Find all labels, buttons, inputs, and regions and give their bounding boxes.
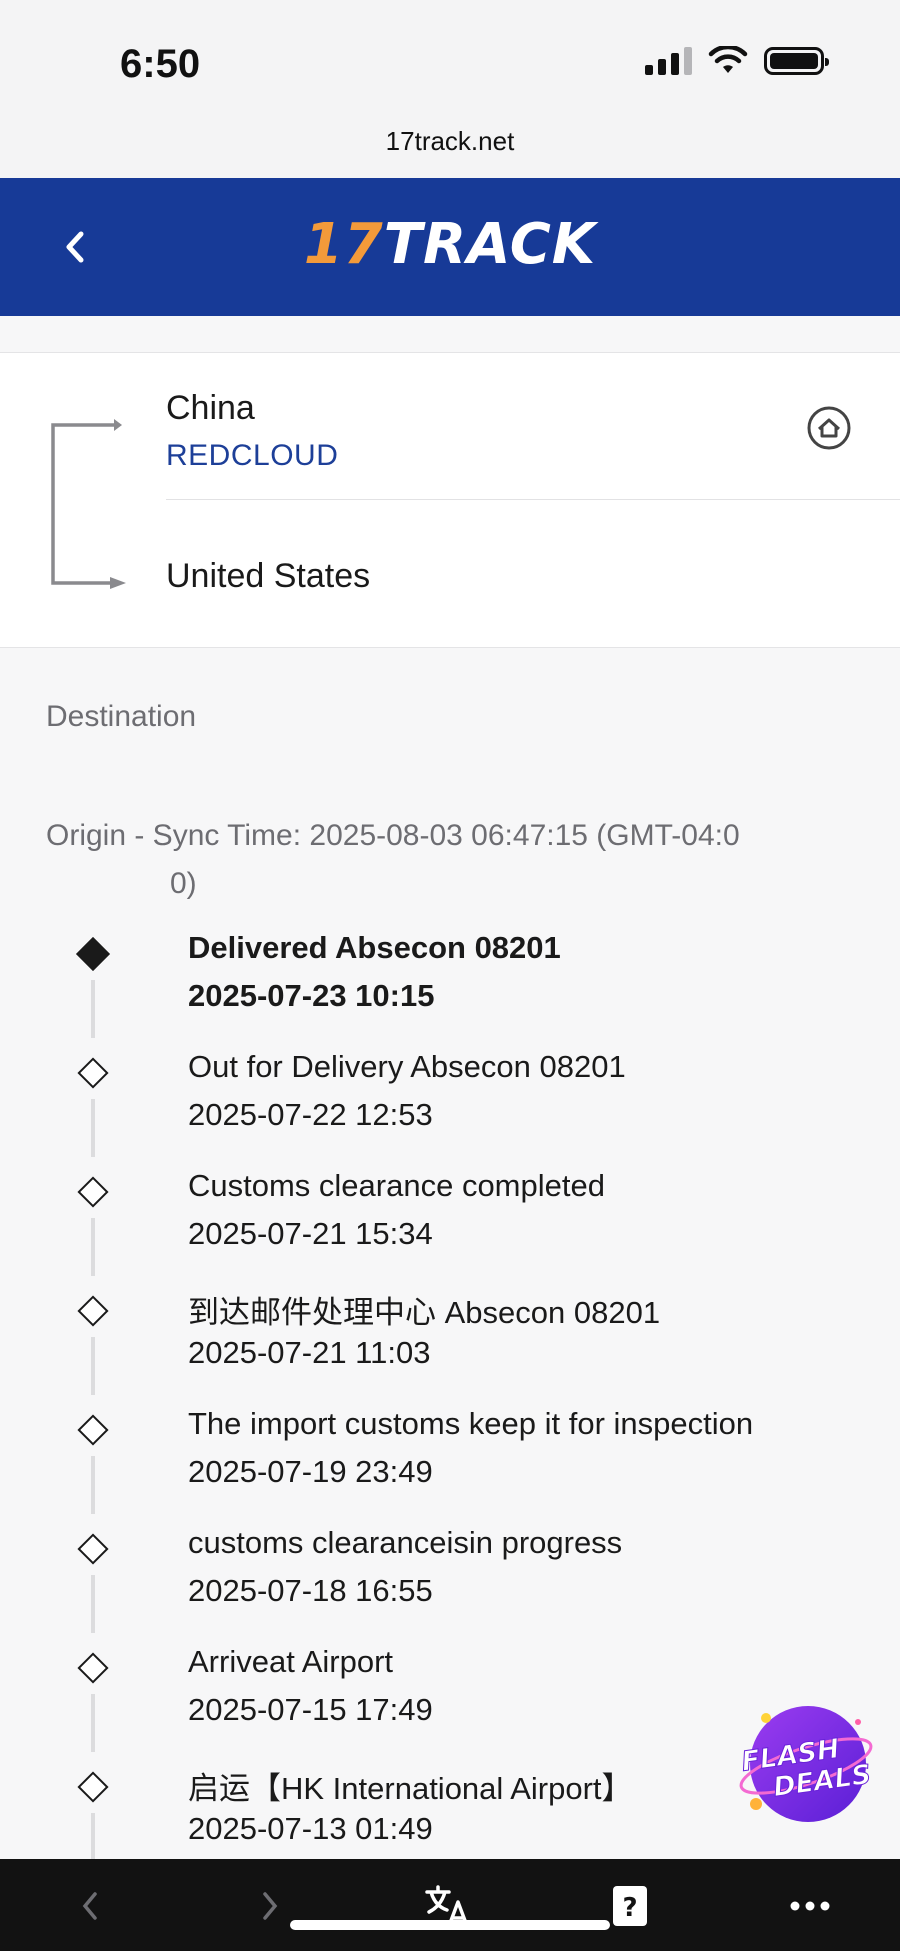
cellular-signal-icon: [645, 47, 692, 75]
sync-time: Origin - Sync Time: 2025-08-03 06:47:15 …: [46, 819, 740, 900]
event-time: 2025-07-13 01:49: [188, 1811, 433, 1846]
diamond-outline-icon: [77, 1652, 109, 1684]
event-description: customs clearanceisin progress: [188, 1525, 623, 1560]
wifi-icon: [708, 46, 748, 73]
event-time: 2025-07-23 10:15: [188, 978, 435, 1013]
browser-back-button[interactable]: [70, 1881, 110, 1931]
route-card: China REDCLOUD United States: [0, 352, 900, 648]
timeline-event: customs clearanceisin progress 2025-07-1…: [0, 1525, 900, 1644]
event-time: 2025-07-15 17:49: [188, 1692, 433, 1727]
timeline-event: 到达邮件处理中心 Absecon 08201 2025-07-21 11:03: [0, 1287, 900, 1406]
destination-country: United States: [166, 557, 371, 595]
diamond-outline-icon: [77, 1176, 109, 1208]
timeline-rail: [91, 1694, 95, 1752]
diamond-outline-icon: [77, 1295, 109, 1327]
timeline-event: Out for Delivery Absecon 08201 2025-07-2…: [0, 1049, 900, 1168]
svg-text:?: ?: [622, 1893, 637, 1923]
timeline-event: Delivered Absecon 08201 2025-07-23 10:15: [0, 930, 900, 1049]
event-time: 2025-07-18 16:55: [188, 1573, 433, 1608]
diamond-outline-icon: [77, 1057, 109, 1089]
more-button[interactable]: [788, 1881, 832, 1931]
event-description: The import customs keep it for inspectio…: [188, 1406, 754, 1441]
status-time: 6:50: [120, 42, 201, 86]
event-time: 2025-07-21 11:03: [188, 1335, 431, 1370]
timeline-event: The import customs keep it for inspectio…: [0, 1406, 900, 1525]
origin-country: China: [166, 389, 255, 427]
event-description: Delivered Absecon 08201: [188, 930, 561, 965]
app-header: 17TRACK: [0, 178, 900, 316]
section-label: Destination: [46, 700, 197, 733]
timeline-rail: [91, 1337, 95, 1395]
timeline-event: Customs clearance completed 2025-07-21 1…: [0, 1168, 900, 1287]
timeline-rail: [91, 1099, 95, 1157]
event-description: Arriveat Airport: [188, 1644, 394, 1679]
battery-icon: [764, 47, 829, 75]
url-bar[interactable]: 17track.net: [0, 126, 900, 157]
brand-logo: 17TRACK: [303, 212, 597, 277]
route-path-icon: [51, 419, 126, 589]
question-card-icon: ?: [613, 1886, 647, 1926]
diamond-filled-icon: [76, 937, 110, 971]
event-time: 2025-07-19 23:49: [188, 1454, 433, 1489]
event-description: 启运【HK International Airport】: [188, 1771, 633, 1806]
timeline-rail: [91, 1456, 95, 1514]
event-time: 2025-07-22 12:53: [188, 1097, 433, 1132]
diamond-outline-icon: [77, 1414, 109, 1446]
home-icon-button[interactable]: [806, 405, 852, 451]
home-icon: [807, 406, 851, 450]
more-dots-icon: [790, 1901, 830, 1911]
timeline-rail: [91, 1575, 95, 1633]
flash-deals-badge[interactable]: FLASH DEALS: [736, 1700, 876, 1830]
help-button[interactable]: ?: [608, 1881, 652, 1931]
chevron-right-icon: [263, 1892, 278, 1920]
home-indicator: [290, 1920, 610, 1930]
route-divider: [166, 499, 900, 500]
status-icons: [645, 46, 829, 76]
browser-toolbar: ?: [0, 1859, 900, 1951]
status-bar: 6:50 17track.net: [0, 0, 900, 178]
timeline-rail: [91, 1218, 95, 1276]
event-description: Customs clearance completed: [188, 1168, 605, 1203]
browser-forward-button[interactable]: [250, 1881, 290, 1931]
event-description: Out for Delivery Absecon 08201: [188, 1049, 626, 1084]
event-description: 到达邮件处理中心 Absecon 08201: [188, 1295, 661, 1330]
carrier-link[interactable]: REDCLOUD: [166, 439, 338, 473]
diamond-outline-icon: [77, 1771, 109, 1803]
diamond-outline-icon: [77, 1533, 109, 1565]
event-time: 2025-07-21 15:34: [188, 1216, 433, 1251]
chevron-left-icon: [82, 1892, 97, 1920]
timeline-rail: [91, 980, 95, 1038]
